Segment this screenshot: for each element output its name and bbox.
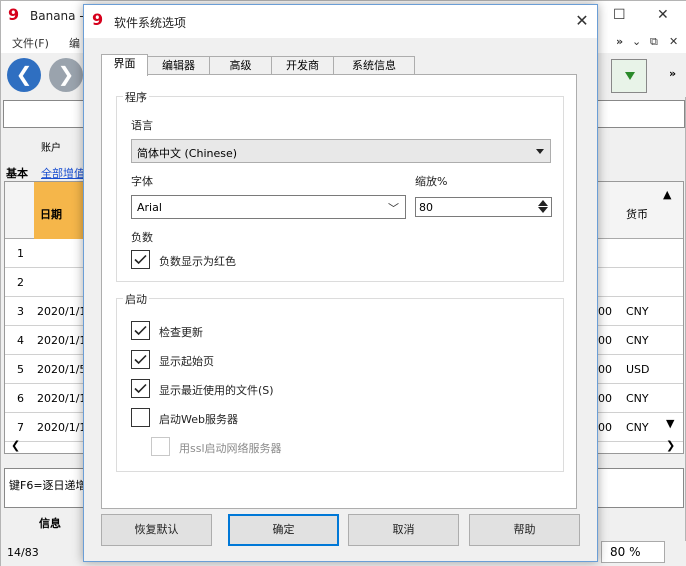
maximize-icon[interactable]: ☐ xyxy=(613,7,626,23)
options-dialog: 9 软件系统选项 ✕ 界面 编辑器 高级 开发商 系统信息 程序 语言 简体中文… xyxy=(83,4,598,562)
scroll-left-icon[interactable]: ❮ xyxy=(11,439,20,452)
checkbox-checked-icon[interactable] xyxy=(131,379,150,398)
negative-red-checkbox[interactable]: 负数显示为红色 xyxy=(131,250,331,270)
use-ssl-label: 用ssl启动网络服务器 xyxy=(179,442,282,455)
close-icon[interactable]: ✕ xyxy=(571,10,593,32)
negative-label: 负数 xyxy=(131,231,153,244)
checkbox-checked-icon[interactable] xyxy=(131,321,150,340)
minimize-doc-icon[interactable]: ⌄ xyxy=(632,35,641,48)
show-recent-label: 显示最近使用的文件(S) xyxy=(159,384,274,397)
checkbox-checked-icon[interactable] xyxy=(131,250,150,269)
menu-edit[interactable]: 编 xyxy=(69,35,80,51)
zoom-value: 80 xyxy=(419,201,433,214)
checkbox-unchecked-icon[interactable] xyxy=(131,408,150,427)
start-web-server-label: 启动Web服务器 xyxy=(159,413,238,426)
startup-group-title: 启动 xyxy=(123,291,149,307)
tab-interface[interactable]: 界面 xyxy=(101,54,148,76)
font-label: 字体 xyxy=(131,175,153,188)
language-label: 语言 xyxy=(131,119,153,132)
col-date: 日期 xyxy=(40,208,62,221)
cancel-button[interactable]: 取消 xyxy=(348,514,459,546)
tab-editor[interactable]: 编辑器 xyxy=(147,56,210,75)
dropdown-arrow-icon xyxy=(536,149,544,154)
zoom-field[interactable]: 80 % xyxy=(601,541,665,563)
view-basic[interactable]: 基本 xyxy=(6,165,28,181)
checkbox-checked-icon[interactable] xyxy=(131,350,150,369)
view-all-link[interactable]: 全部增值 xyxy=(41,165,85,181)
toolbar-more-icon[interactable]: » xyxy=(669,67,676,80)
spreadsheet-icon[interactable] xyxy=(611,59,647,93)
font-select[interactable]: Arial ﹀ xyxy=(131,195,406,219)
scroll-right-icon[interactable]: ❯ xyxy=(666,439,675,452)
tab-advanced[interactable]: 高级 xyxy=(209,56,272,75)
close-doc-icon[interactable]: ✕ xyxy=(669,35,678,48)
menu-file[interactable]: 文件(F) xyxy=(12,35,49,51)
banana-logo-icon: 9 xyxy=(8,5,20,24)
status-position: 14/83 xyxy=(7,546,39,559)
ok-button[interactable]: 确定 xyxy=(228,514,339,546)
tab-developer[interactable]: 开发商 xyxy=(271,56,334,75)
scroll-down-icon[interactable]: ▼ xyxy=(666,417,674,430)
restore-defaults-button[interactable]: 恢复默认 xyxy=(101,514,212,546)
close-icon[interactable]: ✕ xyxy=(657,7,669,23)
use-ssl-checkbox: 用ssl启动网络服务器 xyxy=(151,437,401,457)
startup-group: 启动 检查更新 显示起始页 显示最近使用的文件(S) 启动Web服务器 用ssl… xyxy=(116,291,564,472)
back-icon[interactable]: ❮ xyxy=(7,58,41,92)
language-value: 简体中文 (Chinese) xyxy=(137,147,238,160)
dialog-title: 软件系统选项 xyxy=(114,16,187,30)
interface-panel: 程序 语言 简体中文 (Chinese) 字体 缩放% Arial ﹀ 80 负… xyxy=(101,74,577,509)
checkbox-disabled-icon xyxy=(151,437,170,456)
tab-info[interactable]: 信息 xyxy=(39,515,61,531)
banana-logo-icon: 9 xyxy=(92,10,104,29)
check-updates-checkbox[interactable]: 检查更新 xyxy=(131,321,381,341)
font-value: Arial xyxy=(137,201,162,214)
app-title: Banana - xyxy=(30,9,84,23)
tab-account[interactable]: 账户 xyxy=(41,139,61,154)
show-recent-checkbox[interactable]: 显示最近使用的文件(S) xyxy=(131,379,381,399)
show-start-page-checkbox[interactable]: 显示起始页 xyxy=(131,350,381,370)
forward-icon[interactable]: ❯ xyxy=(49,58,83,92)
info-text: 键F6=逐日递增 xyxy=(9,479,87,492)
zoom-stepper[interactable]: 80 xyxy=(415,197,552,217)
zoom-label: 缩放% xyxy=(415,175,448,188)
show-start-page-label: 显示起始页 xyxy=(159,355,214,368)
negative-red-label: 负数显示为红色 xyxy=(159,255,236,268)
zoom-value: 80 % xyxy=(610,545,641,559)
program-group: 程序 语言 简体中文 (Chinese) 字体 缩放% Arial ﹀ 80 负… xyxy=(116,89,564,282)
start-web-server-checkbox[interactable]: 启动Web服务器 xyxy=(131,408,381,428)
language-select[interactable]: 简体中文 (Chinese) xyxy=(131,139,551,163)
program-group-title: 程序 xyxy=(123,89,149,105)
dialog-titlebar: 9 软件系统选项 ✕ xyxy=(84,5,597,38)
restore-doc-icon[interactable]: ⧉ xyxy=(650,35,658,49)
scroll-up-icon[interactable]: ▲ xyxy=(663,188,671,201)
col-currency: 货币 xyxy=(626,208,648,221)
stepper-arrows-icon[interactable] xyxy=(536,199,550,215)
help-button[interactable]: 帮助 xyxy=(469,514,580,546)
check-updates-label: 检查更新 xyxy=(159,326,203,339)
tab-system-info[interactable]: 系统信息 xyxy=(333,56,415,75)
more-icon[interactable]: » xyxy=(616,35,623,48)
chevron-down-icon: ﹀ xyxy=(388,202,399,215)
